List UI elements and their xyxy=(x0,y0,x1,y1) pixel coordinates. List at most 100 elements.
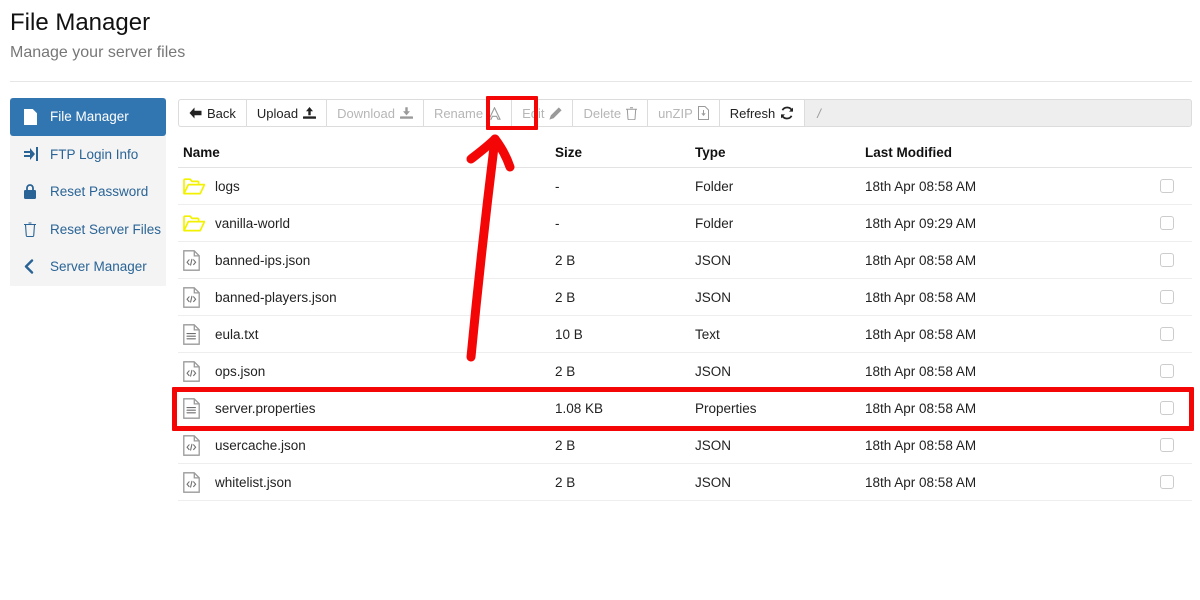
back-button-label: Back xyxy=(207,105,236,121)
download-button-label: Download xyxy=(337,105,395,121)
edit-button-label: Edit xyxy=(522,105,545,121)
table-row[interactable]: banned-ips.json 2 B JSON 18th Apr 08:58 AM xyxy=(178,242,1192,279)
file-name-label: banned-players.json xyxy=(215,289,337,305)
rename-button[interactable]: Rename xyxy=(422,99,512,127)
row-checkbox[interactable] xyxy=(1160,216,1174,230)
sidebar-item-label: File Manager xyxy=(50,109,129,125)
unzip-button[interactable]: unZIP xyxy=(647,99,719,127)
row-checkbox[interactable] xyxy=(1160,327,1174,341)
cell-name[interactable]: banned-ips.json xyxy=(178,249,555,271)
header-divider xyxy=(10,81,1192,82)
chevron-left-icon xyxy=(24,259,42,274)
signin-icon xyxy=(24,147,42,162)
row-checkbox[interactable] xyxy=(1160,475,1174,489)
upload-button-label: Upload xyxy=(256,105,299,121)
cell-last-modified: 18th Apr 08:58 AM xyxy=(865,326,977,342)
cell-name[interactable]: whitelist.json xyxy=(178,471,555,493)
column-header-size[interactable]: Size xyxy=(555,145,695,160)
cell-size: 2 B xyxy=(555,252,576,268)
cell-size: 1.08 KB xyxy=(555,400,604,416)
cell-select xyxy=(1095,438,1192,452)
row-checkbox[interactable] xyxy=(1160,438,1174,452)
cell-select xyxy=(1095,401,1192,415)
upload-button[interactable]: Upload xyxy=(245,99,327,127)
path-value: / xyxy=(817,105,821,121)
refresh-button[interactable]: Refresh xyxy=(718,99,805,127)
text-file-icon xyxy=(183,323,207,345)
column-header-type[interactable]: Type xyxy=(695,145,865,160)
upload-icon xyxy=(303,106,317,120)
file-table: Name Size Type Last Modified logs - Folder… xyxy=(178,138,1192,501)
cell-name[interactable]: vanilla-world xyxy=(178,214,555,232)
sidebar-item-reset-password[interactable]: Reset Password xyxy=(10,173,166,211)
page-title: File Manager xyxy=(10,9,151,36)
cell-type: JSON xyxy=(695,252,732,268)
cell-size: - xyxy=(555,215,560,231)
cell-name[interactable]: ops.json xyxy=(178,360,555,382)
table-row[interactable]: banned-players.json 2 B JSON 18th Apr 08:58… xyxy=(178,279,1192,316)
column-header-last-modified[interactable]: Last Modified xyxy=(865,145,1095,160)
text-file-icon xyxy=(183,397,207,419)
table-row[interactable]: usercache.json 2 B JSON 18th Apr 08:58 AM xyxy=(178,427,1192,464)
delete-button[interactable]: Delete xyxy=(572,99,648,127)
table-body: logs - Folder 18th Apr 08:58 AM vanilla-worl… xyxy=(178,168,1192,501)
table-row[interactable]: logs - Folder 18th Apr 08:58 AM xyxy=(178,168,1192,205)
table-row[interactable]: server.properties 1.08 KB Properties 18th A… xyxy=(178,390,1192,427)
table-row[interactable]: eula.txt 10 B Text 18th Apr 08:58 AM xyxy=(178,316,1192,353)
table-header-row: Name Size Type Last Modified xyxy=(178,138,1192,168)
file-icon xyxy=(24,108,42,125)
edit-button[interactable]: Edit xyxy=(511,99,573,127)
sidebar-item-label: Reset Password xyxy=(50,184,149,200)
sidebar-item-label: Server Manager xyxy=(50,259,147,275)
download-button[interactable]: Download xyxy=(326,99,423,127)
row-checkbox[interactable] xyxy=(1160,253,1174,267)
sidebar-item-reset-server-files[interactable]: Reset Server Files xyxy=(10,211,166,249)
cell-name[interactable]: server.properties xyxy=(178,397,555,419)
cell-last-modified: 18th Apr 09:29 AM xyxy=(865,215,977,231)
table-row[interactable]: whitelist.json 2 B JSON 18th Apr 08:58 AM xyxy=(178,464,1192,501)
rename-button-label: Rename xyxy=(433,105,484,121)
table-row[interactable]: ops.json 2 B JSON 18th Apr 08:58 AM xyxy=(178,353,1192,390)
back-button[interactable]: Back xyxy=(178,99,246,127)
cell-size: - xyxy=(555,178,560,194)
sidebar-item-ftp-login-info[interactable]: FTP Login Info xyxy=(10,136,166,174)
file-name-label: ops.json xyxy=(215,363,266,379)
row-checkbox[interactable] xyxy=(1160,179,1174,193)
cell-last-modified: 18th Apr 08:58 AM xyxy=(865,252,977,268)
arrow-left-icon xyxy=(189,107,202,119)
cell-type: Text xyxy=(695,326,720,342)
cell-select xyxy=(1095,290,1192,304)
cell-last-modified: 18th Apr 08:58 AM xyxy=(865,400,977,416)
sidebar-item-server-manager[interactable]: Server Manager xyxy=(10,248,166,286)
file-name-label: usercache.json xyxy=(215,437,306,453)
code-file-icon xyxy=(183,471,207,493)
row-checkbox[interactable] xyxy=(1160,290,1174,304)
cell-last-modified: 18th Apr 08:58 AM xyxy=(865,437,977,453)
download-icon xyxy=(399,106,413,120)
column-header-name[interactable]: Name xyxy=(178,145,555,160)
path-breadcrumb[interactable]: / xyxy=(804,99,1192,127)
file-name-label: eula.txt xyxy=(215,326,259,342)
table-row[interactable]: vanilla-world - Folder 18th Apr 09:29 AM xyxy=(178,205,1192,242)
cell-select xyxy=(1095,364,1192,378)
cell-size: 2 B xyxy=(555,437,576,453)
cell-name[interactable]: logs xyxy=(178,177,555,195)
cell-size: 2 B xyxy=(555,474,576,490)
cell-size: 10 B xyxy=(555,326,583,342)
code-file-icon xyxy=(183,434,207,456)
cell-type: JSON xyxy=(695,289,732,305)
lock-icon xyxy=(24,184,42,200)
row-checkbox[interactable] xyxy=(1160,401,1174,415)
file-name-label: server.properties xyxy=(215,400,316,416)
cell-name[interactable]: eula.txt xyxy=(178,323,555,345)
unzip-button-label: unZIP xyxy=(658,105,693,121)
cell-name[interactable]: usercache.json xyxy=(178,434,555,456)
cell-name[interactable]: banned-players.json xyxy=(178,286,555,308)
cell-type: JSON xyxy=(695,474,732,490)
text-cursor-icon xyxy=(488,106,501,120)
cell-last-modified: 18th Apr 08:58 AM xyxy=(865,289,977,305)
refresh-icon xyxy=(780,106,794,120)
sidebar-item-file-manager[interactable]: File Manager xyxy=(10,98,166,136)
row-checkbox[interactable] xyxy=(1160,364,1174,378)
cell-select xyxy=(1095,327,1192,341)
